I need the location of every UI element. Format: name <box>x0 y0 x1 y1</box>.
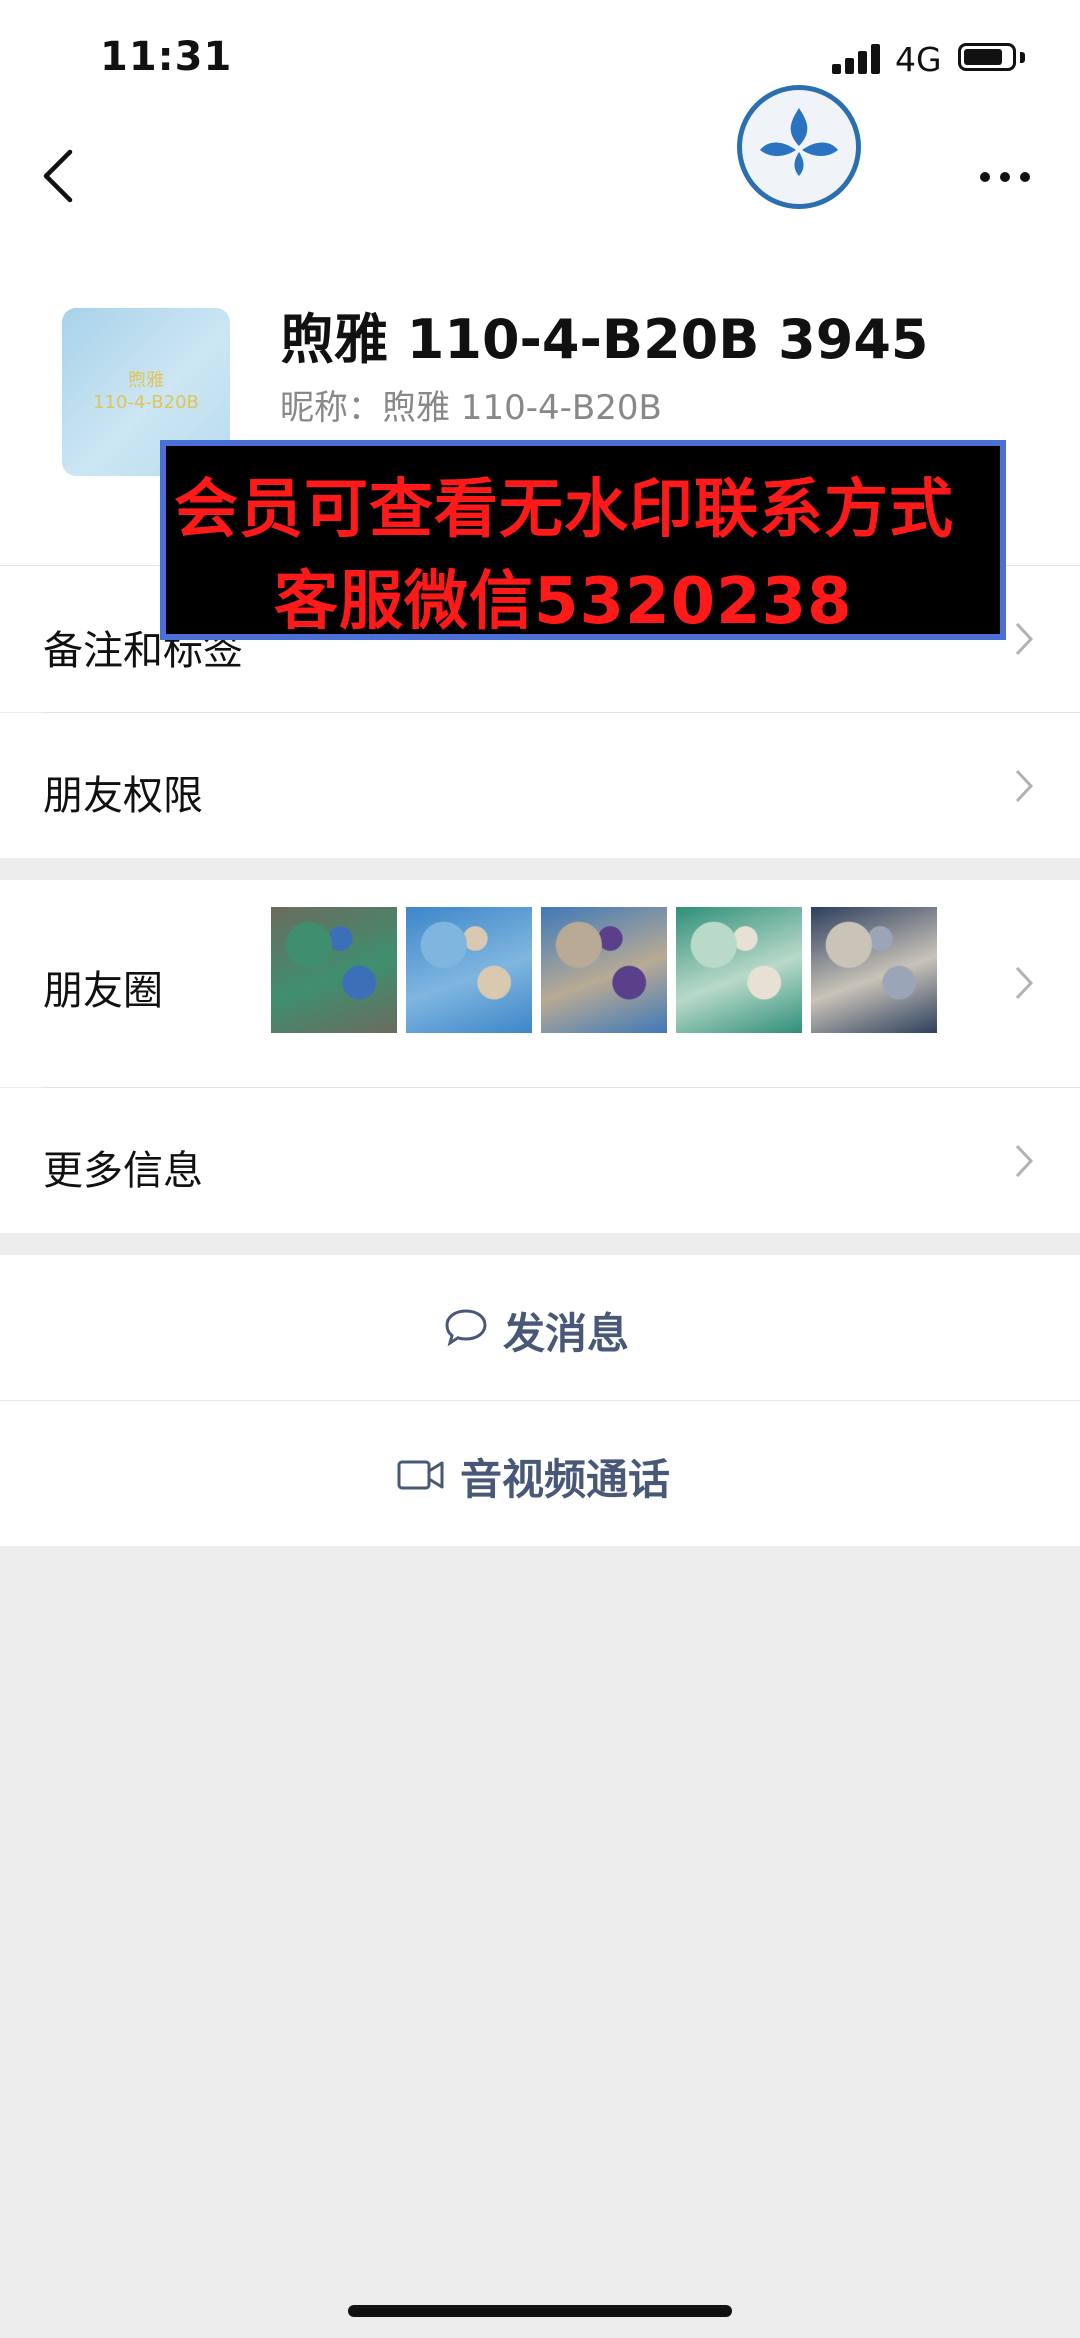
moments-thumbnail <box>271 907 397 1033</box>
chevron-right-icon <box>1015 966 1034 1000</box>
moments-thumbnail <box>541 907 667 1033</box>
watermark-line1: 会员可查看无水印联系方式 <box>174 473 954 547</box>
watermark-line2: 客服微信5320238 <box>274 565 853 639</box>
water-drop-logo <box>737 85 861 209</box>
battery-icon <box>958 43 1016 71</box>
nav-bar <box>0 110 1080 240</box>
permission-label: 朋友权限 <box>43 773 203 819</box>
moments-thumbnail <box>676 907 802 1033</box>
ellipsis-icon <box>980 172 1030 182</box>
contact-nickname: 昵称：煦雅 110-4-B20B <box>280 388 662 428</box>
avatar-text-line2: 110-4-B20B <box>93 392 199 413</box>
moments-row[interactable]: 朋友圈 <box>0 880 1080 1087</box>
status-bar: 11:31 4G <box>0 0 1080 110</box>
signal-icon <box>832 42 884 74</box>
back-button[interactable] <box>30 140 90 210</box>
chat-bubble-icon <box>445 1309 487 1347</box>
audio-video-call-label: 音视频通话 <box>460 1455 671 1504</box>
more-info-label: 更多信息 <box>43 1148 203 1194</box>
chevron-right-icon <box>1015 769 1034 803</box>
permission-row[interactable]: 朋友权限 <box>0 713 1080 858</box>
chevron-right-icon <box>1015 622 1034 656</box>
avatar-text-line1: 煦雅 <box>128 370 164 391</box>
more-button[interactable] <box>975 162 1035 192</box>
moments-label: 朋友圈 <box>43 968 163 1014</box>
contact-name: 煦雅 110-4-B20B 3945 <box>280 308 929 371</box>
chevron-right-icon <box>1015 1144 1034 1178</box>
status-time: 11:31 <box>100 34 233 80</box>
send-message-button[interactable]: 发消息 <box>0 1255 1080 1400</box>
audio-video-call-button[interactable]: 音视频通话 <box>0 1401 1080 1546</box>
more-info-row[interactable]: 更多信息 <box>0 1088 1080 1233</box>
chevron-left-icon <box>43 149 73 203</box>
video-camera-icon <box>397 1460 444 1490</box>
network-type: 4G <box>895 40 942 79</box>
send-message-label: 发消息 <box>503 1309 630 1358</box>
moments-thumbnail <box>406 907 532 1033</box>
moments-thumbnail <box>811 907 937 1033</box>
home-indicator <box>348 2305 732 2317</box>
watermark-banner: 会员可查看无水印联系方式 客服微信5320238 <box>160 440 1006 640</box>
